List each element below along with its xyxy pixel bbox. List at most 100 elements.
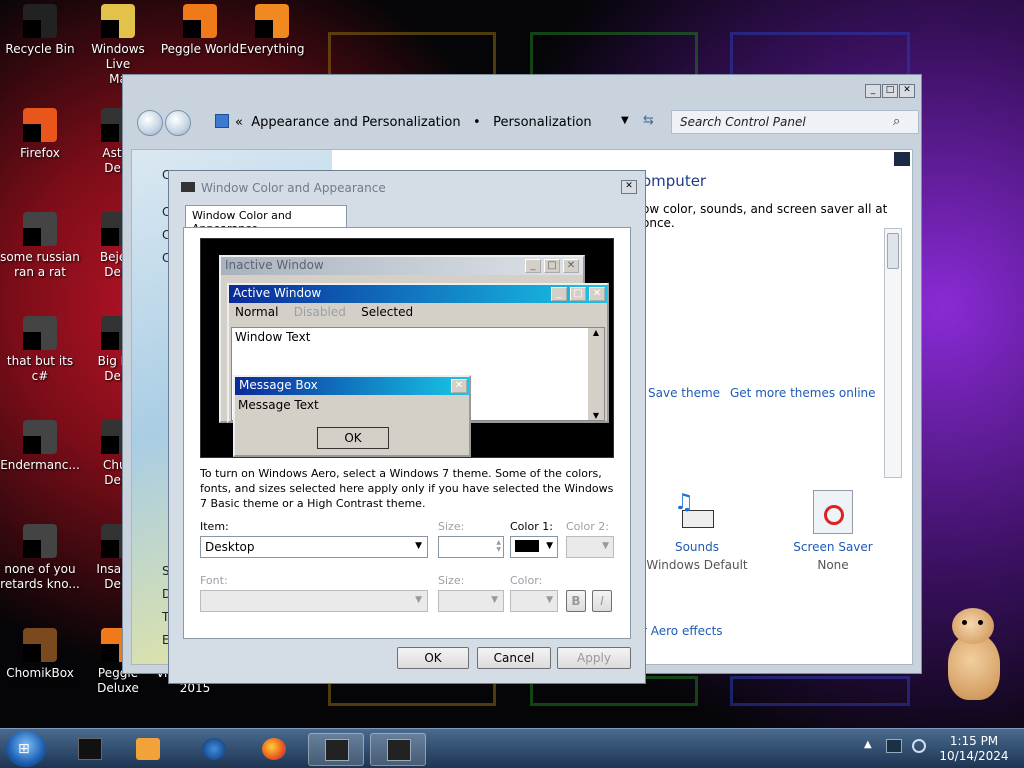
search-icon[interactable]: ⌕ <box>893 114 900 129</box>
color1-picker[interactable]: ▼ <box>510 536 558 558</box>
font-select[interactable]: ▼ <box>200 590 428 612</box>
wallpaper-square <box>730 676 910 706</box>
font-size-label: Size: <box>438 574 465 587</box>
desktop-icon-label: that but its c# <box>6 354 74 383</box>
dialog-icon <box>181 182 195 192</box>
search-placeholder: Search Control Panel <box>680 115 806 129</box>
font-size-select[interactable]: ▼ <box>438 590 504 612</box>
desktop-icon[interactable]: that but its c# <box>0 316 80 384</box>
sounds-item[interactable]: ♫ Sounds Windows Default <box>632 490 762 572</box>
taskbar-app-2[interactable] <box>120 733 176 766</box>
item-select[interactable]: Desktop ▼ <box>200 536 428 558</box>
close-icon: ✕ <box>589 287 605 301</box>
taskbar-firefox[interactable] <box>246 733 302 766</box>
dialog-close-button[interactable]: ✕ <box>621 180 637 194</box>
italic-button[interactable]: I <box>592 590 612 612</box>
size-spinner[interactable]: ▲ ▼ <box>438 536 504 558</box>
media-player-icon <box>136 738 160 760</box>
help-icon[interactable] <box>894 152 910 166</box>
menu-normal[interactable]: Normal <box>235 305 278 319</box>
back-button[interactable] <box>137 110 163 136</box>
menu-disabled: Disabled <box>293 305 346 319</box>
desktop-icon[interactable]: Firefox <box>0 108 80 161</box>
apply-button[interactable]: Apply <box>557 647 631 669</box>
hamster-image <box>940 606 1010 702</box>
item-label: Item: <box>200 520 229 533</box>
color1-swatch <box>515 540 539 552</box>
desktop-icon[interactable]: none of you retards kno... <box>0 524 80 592</box>
everything-icon <box>255 4 289 38</box>
sounds-value: Windows Default <box>646 558 748 572</box>
window-color-dialog: Window Color and Appearance ✕ Window Col… <box>168 170 646 684</box>
close-icon: ✕ <box>451 379 467 393</box>
screen-saver-item[interactable]: Screen Saver None <box>768 490 898 572</box>
font-color-picker[interactable]: ▼ <box>510 590 558 612</box>
firefox-icon <box>262 738 286 760</box>
taskbar-window-color[interactable] <box>370 733 426 766</box>
message-box[interactable]: Message Box ✕ Message Text OK <box>233 375 471 457</box>
dialog-title: Window Color and Appearance <box>201 181 386 195</box>
window-controls: _ □ ✕ <box>865 84 915 98</box>
taskbar: ⊞ ▲ 1:15 PM 10/14/2024 <box>0 728 1024 768</box>
active-title: Active Window <box>233 286 322 300</box>
breadcrumb-item-appearance[interactable]: Appearance and Personalization <box>251 115 460 130</box>
font-color-label: Color: <box>510 574 543 587</box>
taskbar-app-1[interactable] <box>62 733 118 766</box>
network-icon[interactable] <box>886 739 902 753</box>
breadcrumb-chevron: « <box>235 115 243 130</box>
aero-effects-link[interactable]: r Aero effects <box>642 624 723 638</box>
color2-label: Color 2: <box>566 520 609 533</box>
minimize-icon: _ <box>551 287 567 301</box>
volume-icon[interactable] <box>912 739 926 753</box>
desktop-icon[interactable]: Peggle World <box>160 4 240 57</box>
preview-ok-button[interactable]: OK <box>317 427 389 449</box>
page-heading: omputer <box>642 172 707 190</box>
peggle-icon <box>183 4 217 38</box>
tab-window-color[interactable]: Window Color and Appearance <box>185 205 347 235</box>
bold-button[interactable]: B <box>566 590 586 612</box>
windows-live-icon <box>101 4 135 38</box>
desktop-icon[interactable]: Everything <box>232 4 312 57</box>
globe-icon <box>202 738 226 760</box>
menu-selected[interactable]: Selected <box>361 305 413 319</box>
minimize-button[interactable]: _ <box>865 84 881 98</box>
appearance-preview: Inactive Window _ □ ✕ Active Window _ □ … <box>200 238 614 458</box>
breadcrumb-item-personalization[interactable]: Personalization <box>493 115 592 130</box>
font-label: Font: <box>200 574 228 587</box>
active-titlebar: Active Window _ □ ✕ <box>229 285 607 303</box>
chevron-down-icon[interactable]: ▼ <box>621 115 629 126</box>
message-box-titlebar: Message Box ✕ <box>235 377 469 395</box>
desktop-icon[interactable]: some russian ran a rat <box>0 212 80 280</box>
clock[interactable]: 1:15 PM 10/14/2024 <box>936 734 1012 764</box>
save-theme-link[interactable]: Save theme <box>648 386 720 400</box>
scrollbar-thumb[interactable] <box>887 233 899 269</box>
control-panel-icon <box>215 114 229 128</box>
themes-scrollbar[interactable] <box>884 228 902 478</box>
info-text: To turn on Windows Aero, select a Window… <box>200 467 614 510</box>
breadcrumb[interactable]: « Appearance and Personalization • Perso… <box>235 115 592 130</box>
recycle-bin-icon <box>23 4 57 38</box>
color2-picker[interactable]: ▼ <box>566 536 614 558</box>
maximize-icon: □ <box>570 287 586 301</box>
desktop-icon-label: some russian ran a rat <box>0 250 80 279</box>
chomikbox-icon <box>23 628 57 662</box>
message-box-title: Message Box <box>239 378 318 392</box>
taskbar-control-panel[interactable] <box>308 733 364 766</box>
maximize-button[interactable]: □ <box>882 84 898 98</box>
close-button[interactable]: ✕ <box>899 84 915 98</box>
ok-button[interactable]: OK <box>397 647 469 669</box>
cancel-button[interactable]: Cancel <box>477 647 551 669</box>
start-button[interactable]: ⊞ <box>6 731 46 767</box>
tray-expand-icon[interactable]: ▲ <box>864 739 872 750</box>
desktop-icon[interactable]: Recycle Bin <box>0 4 80 57</box>
chevron-down-icon: ▼ <box>546 541 553 551</box>
taskbar-app-3[interactable] <box>186 733 242 766</box>
screen-saver-icon <box>813 490 853 534</box>
forward-button[interactable] <box>165 110 191 136</box>
search-input[interactable]: Search Control Panel <box>671 110 919 134</box>
get-more-themes-link[interactable]: Get more themes online <box>730 386 876 400</box>
address-bar: « Appearance and Personalization • Perso… <box>131 105 919 139</box>
refresh-icon[interactable]: ⇆ <box>643 113 654 128</box>
desktop-icon[interactable]: ChomikBox <box>0 628 80 681</box>
desktop-icon[interactable]: Endermanc... <box>0 420 80 473</box>
